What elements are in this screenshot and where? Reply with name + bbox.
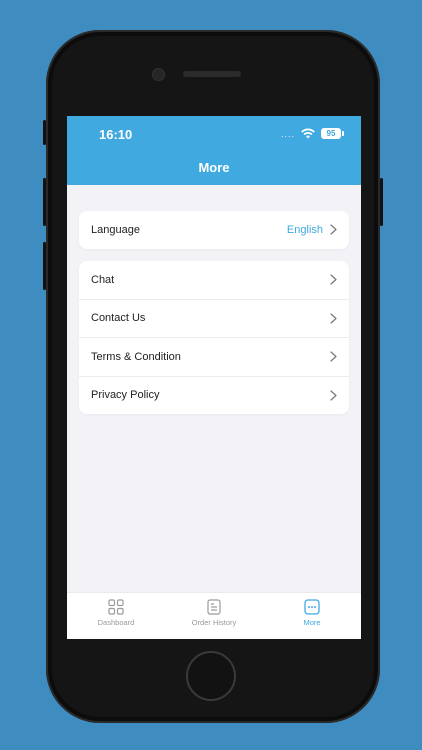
- volume-up-button: [43, 178, 46, 226]
- menu-item-label: Contact Us: [91, 312, 146, 325]
- battery-icon: 95: [321, 128, 344, 139]
- front-camera: [153, 69, 164, 80]
- menu-item-contact-us[interactable]: Contact Us: [79, 298, 349, 338]
- mute-switch: [43, 120, 46, 145]
- status-indicators: .... 95: [280, 128, 344, 139]
- grid-icon: [108, 599, 124, 615]
- chevron-right-icon: [330, 351, 337, 362]
- menu-item-label: Chat: [91, 273, 115, 286]
- status-time: 16:10: [99, 127, 133, 142]
- tab-order-history[interactable]: Order History: [165, 593, 263, 639]
- language-value: English: [286, 223, 323, 236]
- tab-more[interactable]: More: [263, 593, 361, 639]
- wifi-icon: [301, 128, 315, 139]
- earpiece-speaker: [183, 71, 241, 77]
- bottom-tab-bar: Dashboard Order History More: [67, 592, 361, 639]
- signal-dots: ....: [280, 128, 295, 139]
- tab-label: Order History: [191, 618, 237, 627]
- language-card: Language English: [79, 211, 349, 249]
- language-row[interactable]: Language English: [79, 211, 349, 249]
- tab-label: More: [303, 618, 321, 627]
- language-label: Language: [91, 223, 140, 236]
- app-screen: 16:10 .... 95 More Language English Chat: [67, 116, 361, 639]
- home-button[interactable]: [186, 651, 236, 701]
- tab-dashboard[interactable]: Dashboard: [67, 593, 165, 639]
- menu-card: Chat Contact Us Terms & Condition Privac…: [79, 261, 349, 414]
- app-header: 16:10 .... 95 More: [67, 116, 361, 185]
- tab-label: Dashboard: [97, 618, 135, 627]
- menu-item-label: Privacy Policy: [91, 389, 160, 402]
- chevron-right-icon: [330, 274, 337, 285]
- document-icon: [207, 599, 221, 615]
- chevron-right-icon: [330, 224, 337, 235]
- power-button: [380, 178, 383, 226]
- menu-item-privacy-policy[interactable]: Privacy Policy: [79, 375, 349, 415]
- more-icon: [304, 599, 320, 615]
- chevron-right-icon: [330, 313, 337, 324]
- chevron-right-icon: [330, 390, 337, 401]
- volume-down-button: [43, 242, 46, 290]
- menu-item-chat[interactable]: Chat: [79, 261, 349, 299]
- menu-item-label: Terms & Condition: [91, 350, 181, 363]
- menu-item-terms[interactable]: Terms & Condition: [79, 337, 349, 376]
- page-title: More: [198, 160, 230, 175]
